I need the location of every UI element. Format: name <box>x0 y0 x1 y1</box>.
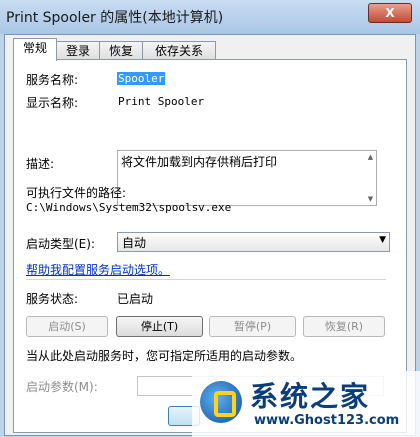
display-name-value: Print Spooler <box>118 95 205 108</box>
title-bar: Print Spooler 的属性(本地计算机) X <box>0 0 420 34</box>
display-name-label: 显示名称: <box>26 96 79 110</box>
watermark-url: www.Ghost123.com <box>254 413 400 428</box>
status-label: 服务状态: <box>26 292 79 306</box>
scroll-up-icon[interactable]: ▲ <box>366 152 375 162</box>
startup-type-label: 启动类型(E): <box>26 237 95 251</box>
description-box[interactable]: 将文件加载到内存供稍后打印 ▲ ▼ <box>117 150 377 206</box>
start-hint: 当从此处启动服务时，您可指定所适用的启动参数。 <box>26 349 303 363</box>
close-button[interactable]: X <box>368 3 412 23</box>
service-name-label: 服务名称: <box>26 73 79 87</box>
start-button[interactable]: 启动(S) <box>26 316 108 337</box>
tab-logon[interactable]: 登录 <box>56 41 100 60</box>
pause-button[interactable]: 暂停(P) <box>209 316 296 337</box>
resume-button[interactable]: 恢复(R) <box>303 316 385 337</box>
tab-dependencies[interactable]: 依存关系 <box>142 41 216 60</box>
divider <box>26 279 386 280</box>
watermark-logo-icon <box>200 381 242 423</box>
service-name-value[interactable]: Spooler <box>117 72 166 85</box>
description-text: 将文件加载到内存供稍后打印 <box>121 155 278 169</box>
watermark: 系统之家 www.Ghost123.com <box>192 371 420 437</box>
description-label: 描述: <box>26 157 55 171</box>
help-link[interactable]: 帮助我配置服务启动选项。 <box>26 261 170 278</box>
service-name-selection[interactable]: Spooler <box>117 72 166 85</box>
scroll-down-icon[interactable]: ▼ <box>366 194 375 204</box>
window-title: Print Spooler 的属性(本地计算机) <box>6 10 224 26</box>
startup-type-value: 自动 <box>122 236 147 250</box>
stop-button[interactable]: 停止(T) <box>116 316 203 337</box>
watermark-name: 系统之家 <box>250 380 371 413</box>
startup-type-select[interactable]: 自动 ▼ <box>117 232 390 252</box>
tab-general[interactable]: 常规 <box>13 38 57 61</box>
chevron-down-icon: ▼ <box>379 235 386 245</box>
tab-recovery[interactable]: 恢复 <box>99 41 143 60</box>
status-value: 已启动 <box>117 292 154 306</box>
start-params-label: 启动参数(M): <box>26 380 98 394</box>
exe-path-value: C:\Windows\System32\spoolsv.exe <box>26 201 232 214</box>
exe-path-label: 可执行文件的路径: <box>26 186 127 200</box>
